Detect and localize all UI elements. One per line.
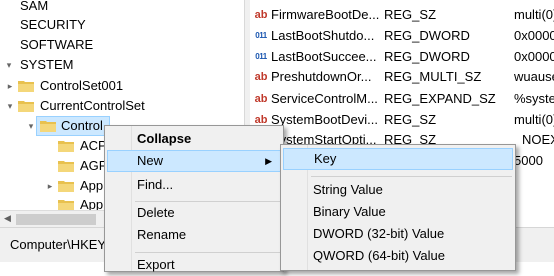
menu-item-label: Find... — [137, 177, 174, 192]
menu-item-label: Export — [137, 257, 175, 272]
list-item[interactable]: ab ServiceControlM... REG_EXPAND_SZ %sys… — [250, 89, 554, 109]
value-data: NOEX — [522, 132, 554, 147]
menu-item-label: Collapse — [137, 131, 192, 146]
list-item[interactable]: ab PreshutdownOr... REG_MULTI_SZ wuause — [250, 67, 554, 87]
menu-item-collapse[interactable]: Collapse — [107, 128, 281, 150]
value-data: multi(0) — [514, 7, 554, 22]
string-value-icon: ab — [254, 71, 268, 83]
tree-item-security[interactable]: SECURITY — [0, 15, 244, 35]
tree-item-controlset001[interactable]: ▸ ControlSet001 — [0, 76, 244, 96]
scroll-left-icon[interactable]: ◀ — [4, 213, 11, 224]
collapse-arrow-icon[interactable]: ▾ — [5, 96, 15, 116]
string-value-icon: ab — [254, 9, 268, 21]
context-menu: Collapse New ▶ Find... Delete Rename Exp… — [104, 125, 284, 272]
menu-item-label: Key — [314, 151, 337, 166]
menu-item-binary-value[interactable]: Binary Value — [283, 201, 513, 223]
list-item[interactable]: 011 LastBootShutdo... REG_DWORD 0x0000 — [250, 26, 554, 46]
value-data: %syste — [514, 91, 554, 106]
folder-icon — [58, 180, 74, 192]
list-item[interactable]: ab SystemBootDevi... REG_SZ multi(0) — [250, 110, 554, 130]
menu-item-delete[interactable]: Delete — [107, 202, 281, 224]
submenu-arrow-icon: ▶ — [265, 156, 272, 166]
menu-item-key[interactable]: Key — [283, 148, 513, 170]
value-data: 0x0000 — [514, 49, 554, 64]
expand-arrow-icon[interactable]: ▸ — [5, 76, 15, 96]
menu-item-label: DWORD (32-bit) Value — [313, 226, 445, 241]
tree-item-label: Control — [61, 118, 103, 133]
binary-value-icon: 011 — [255, 31, 267, 40]
tree-item-sam[interactable]: SAM — [0, 0, 244, 16]
menu-item-label: Binary Value — [313, 204, 386, 219]
new-submenu: Key String Value Binary Value DWORD (32-… — [280, 144, 516, 271]
collapse-arrow-icon[interactable]: ▾ — [4, 55, 14, 75]
value-name: ServiceControlM... — [271, 91, 378, 106]
expand-arrow-icon[interactable]: ▸ — [45, 176, 55, 196]
value-type: REG_DWORD — [384, 28, 470, 43]
scrollbar-thumb[interactable] — [16, 214, 96, 225]
list-item[interactable]: 011 LastBootSuccee... REG_DWORD 0x0000 — [250, 47, 554, 67]
menu-separator — [311, 176, 512, 177]
tree-item-label: SAM — [20, 0, 49, 13]
value-name: SystemBootDevi... — [271, 112, 378, 127]
value-name: PreshutdownOr... — [271, 69, 372, 84]
menu-item-dword-value[interactable]: DWORD (32-bit) Value — [283, 223, 513, 245]
list-item[interactable]: ab FirmwareBootDe... REG_SZ multi(0) — [250, 5, 554, 25]
folder-icon — [40, 120, 56, 132]
value-type: REG_DWORD — [384, 49, 470, 64]
tree-item-currentcontrolset[interactable]: ▾ CurrentControlSet — [0, 96, 244, 116]
value-data: wuause — [514, 69, 554, 84]
value-data: 0x0000 — [514, 28, 554, 43]
menu-item-label: Rename — [137, 227, 187, 242]
tree-item-label: CurrentControlSet — [40, 98, 145, 113]
value-data: multi(0) — [514, 112, 554, 127]
tree-item-label: SOFTWARE — [20, 37, 94, 52]
tree-item-label: SECURITY — [20, 17, 86, 32]
menu-item-label: QWORD (64-bit) Value — [313, 248, 445, 263]
tree-item-label: SYSTEM — [20, 57, 74, 72]
value-data: 5000 — [514, 153, 543, 168]
menu-item-new[interactable]: New ▶ — [107, 150, 281, 172]
folder-icon — [58, 160, 74, 172]
menu-separator — [135, 252, 280, 253]
folder-icon — [18, 100, 34, 112]
tree-item-label: App — [80, 178, 104, 193]
tree-item-software[interactable]: SOFTWARE — [0, 35, 244, 55]
tree-item-system[interactable]: ▾ SYSTEM — [0, 55, 244, 75]
value-type: REG_MULTI_SZ — [384, 69, 482, 84]
menu-item-label: New — [137, 153, 164, 168]
menu-item-label: String Value — [313, 182, 383, 197]
value-type: REG_SZ — [384, 112, 437, 127]
collapse-arrow-icon[interactable]: ▾ — [26, 116, 36, 136]
registry-path: Computer\HKEY — [10, 237, 107, 252]
value-name: LastBootShutdo... — [271, 28, 375, 43]
menu-item-find[interactable]: Find... — [107, 174, 281, 196]
folder-icon — [58, 140, 74, 152]
menu-item-label: Delete — [137, 205, 175, 220]
value-type: REG_SZ — [384, 7, 437, 22]
menu-item-string-value[interactable]: String Value — [283, 179, 513, 201]
value-type: REG_EXPAND_SZ — [384, 91, 496, 106]
string-value-icon: ab — [254, 93, 268, 105]
menu-item-export[interactable]: Export — [107, 254, 281, 276]
folder-icon — [18, 80, 34, 92]
tree-item-label: ACP — [80, 138, 107, 153]
tree-item-control[interactable]: Control — [36, 116, 110, 136]
value-name: LastBootSuccee... — [271, 49, 377, 64]
menu-item-rename[interactable]: Rename — [107, 224, 281, 246]
menu-item-qword-value[interactable]: QWORD (64-bit) Value — [283, 245, 513, 267]
binary-value-icon: 011 — [255, 52, 267, 61]
tree-item-label: ControlSet001 — [40, 78, 124, 93]
value-name: FirmwareBootDe... — [271, 7, 380, 22]
